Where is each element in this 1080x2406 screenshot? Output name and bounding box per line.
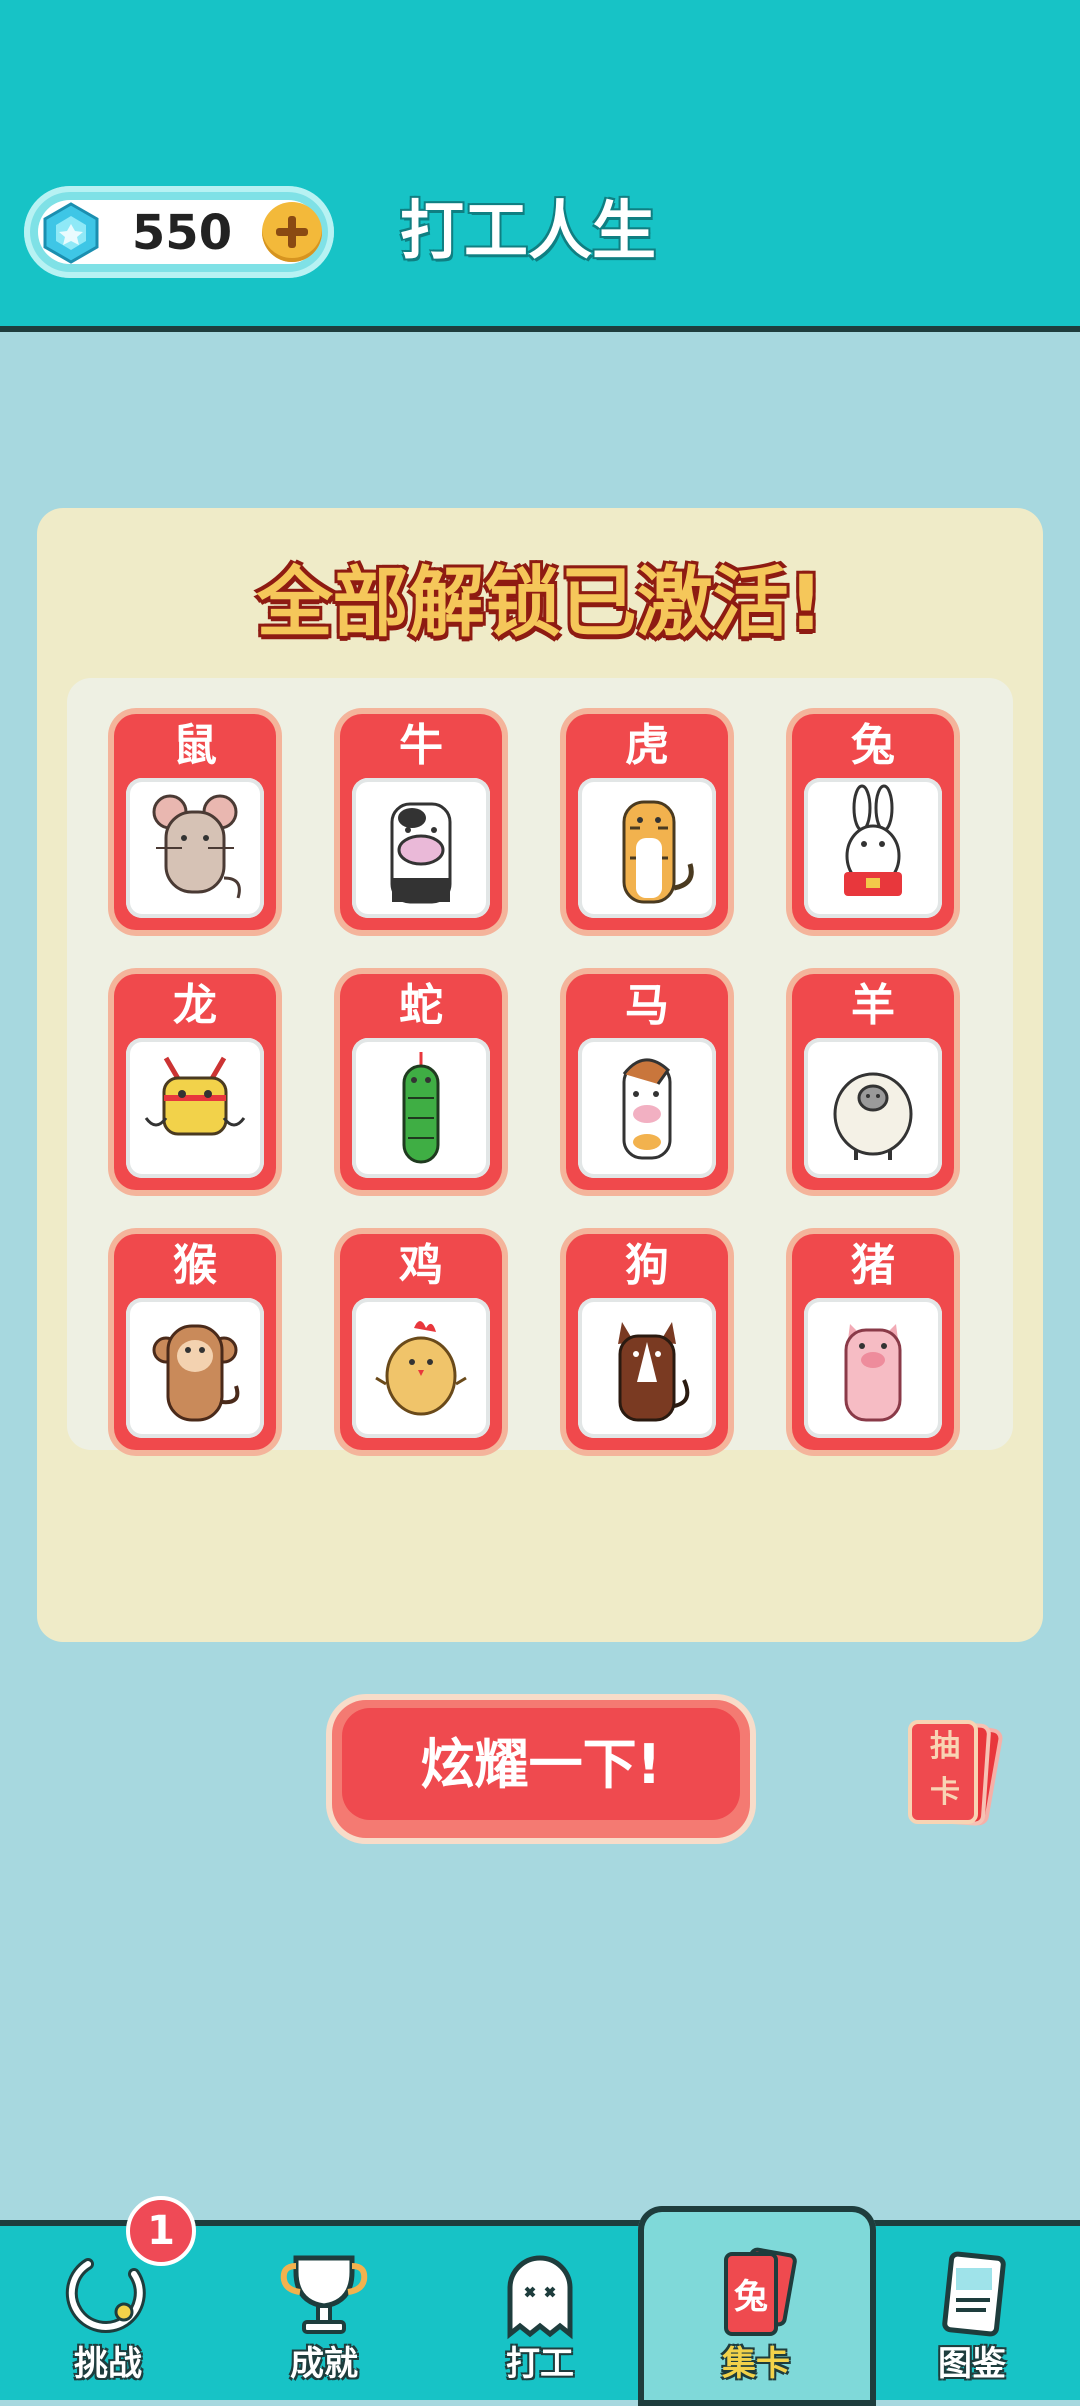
horse-icon bbox=[622, 1058, 672, 1160]
tiger-icon bbox=[622, 800, 694, 904]
card-label: 蛇 bbox=[399, 980, 443, 1031]
nav-item-achievements[interactable]: 成就 bbox=[216, 2240, 432, 2390]
ox-icon bbox=[390, 802, 452, 904]
card-label: 虎 bbox=[625, 720, 669, 771]
svg-text:兔: 兔 bbox=[734, 2277, 768, 2317]
card-label: 狗 bbox=[625, 1240, 669, 1291]
top-bar-divider bbox=[0, 326, 1080, 332]
zodiac-card[interactable]: 龙 bbox=[114, 974, 276, 1190]
draw-card-label: 抽 卡 bbox=[930, 1729, 960, 1810]
page-title: 打工人生 bbox=[400, 195, 656, 269]
rat-icon bbox=[152, 794, 241, 899]
notification-badge: 1 bbox=[126, 2196, 196, 2266]
monkey-icon bbox=[152, 1324, 240, 1422]
gem-count: 550 bbox=[131, 205, 233, 261]
show-off-button[interactable]: 炫耀一下! bbox=[332, 1700, 750, 1838]
zodiac-card[interactable]: 兔 bbox=[792, 714, 954, 930]
card-label: 鼠 bbox=[173, 720, 217, 771]
card-label: 马 bbox=[625, 980, 669, 1031]
card-label: 兔 bbox=[851, 720, 895, 771]
nav-label: 挑战 bbox=[74, 2344, 142, 2384]
zodiac-card[interactable]: 马 bbox=[566, 974, 728, 1190]
card-label: 猴 bbox=[173, 1240, 217, 1291]
dog-icon bbox=[618, 1322, 690, 1422]
card-label: 鸡 bbox=[399, 1240, 443, 1291]
plus-icon bbox=[276, 216, 308, 248]
nav-label: 成就 bbox=[290, 2344, 358, 2384]
chicken-icon bbox=[375, 1321, 467, 1416]
card-collection-icon: 兔 bbox=[724, 2247, 797, 2336]
dragon-icon bbox=[144, 1056, 246, 1136]
trophy-icon bbox=[280, 2255, 368, 2334]
zodiac-card[interactable]: 鸡 bbox=[340, 1234, 502, 1450]
nav-item-catalog[interactable]: 图鉴 bbox=[864, 2240, 1080, 2390]
nav-label: 打工 bbox=[506, 2344, 574, 2384]
nav-item-challenge[interactable]: 挑战 bbox=[0, 2240, 216, 2390]
zodiac-card[interactable]: 蛇 bbox=[340, 974, 502, 1190]
zodiac-card[interactable]: 狗 bbox=[566, 1234, 728, 1450]
nav-item-collect-cards[interactable]: 兔 集卡 bbox=[648, 2240, 864, 2390]
zodiac-card[interactable]: 牛 bbox=[340, 714, 502, 930]
show-off-label: 炫耀一下! bbox=[420, 1733, 662, 1796]
pig-icon bbox=[844, 1324, 902, 1422]
card-label: 猪 bbox=[851, 1240, 895, 1291]
card-label: 牛 bbox=[399, 720, 443, 771]
nav-label: 图鉴 bbox=[938, 2344, 1006, 2384]
sheep-icon bbox=[833, 1072, 913, 1160]
add-gems-button[interactable] bbox=[262, 202, 322, 262]
zodiac-card[interactable]: 鼠 bbox=[114, 714, 276, 930]
zodiac-card[interactable]: 猴 bbox=[114, 1234, 276, 1450]
zodiac-card[interactable]: 虎 bbox=[566, 714, 728, 930]
gem-icon bbox=[43, 202, 99, 264]
nav-item-work[interactable]: 打工 bbox=[432, 2240, 648, 2390]
ghost-icon bbox=[507, 2255, 573, 2340]
card-label: 龙 bbox=[173, 980, 217, 1031]
zodiac-card[interactable]: 猪 bbox=[792, 1234, 954, 1450]
nav-label: 集卡 bbox=[722, 2344, 790, 2384]
rabbit-icon bbox=[844, 784, 902, 896]
panel-title: 全部解锁已激活! bbox=[256, 558, 824, 647]
zodiac-card[interactable]: 羊 bbox=[792, 974, 954, 1190]
card-label: 羊 bbox=[851, 980, 895, 1031]
catalog-icon bbox=[942, 2251, 1006, 2337]
snake-icon bbox=[402, 1052, 440, 1164]
